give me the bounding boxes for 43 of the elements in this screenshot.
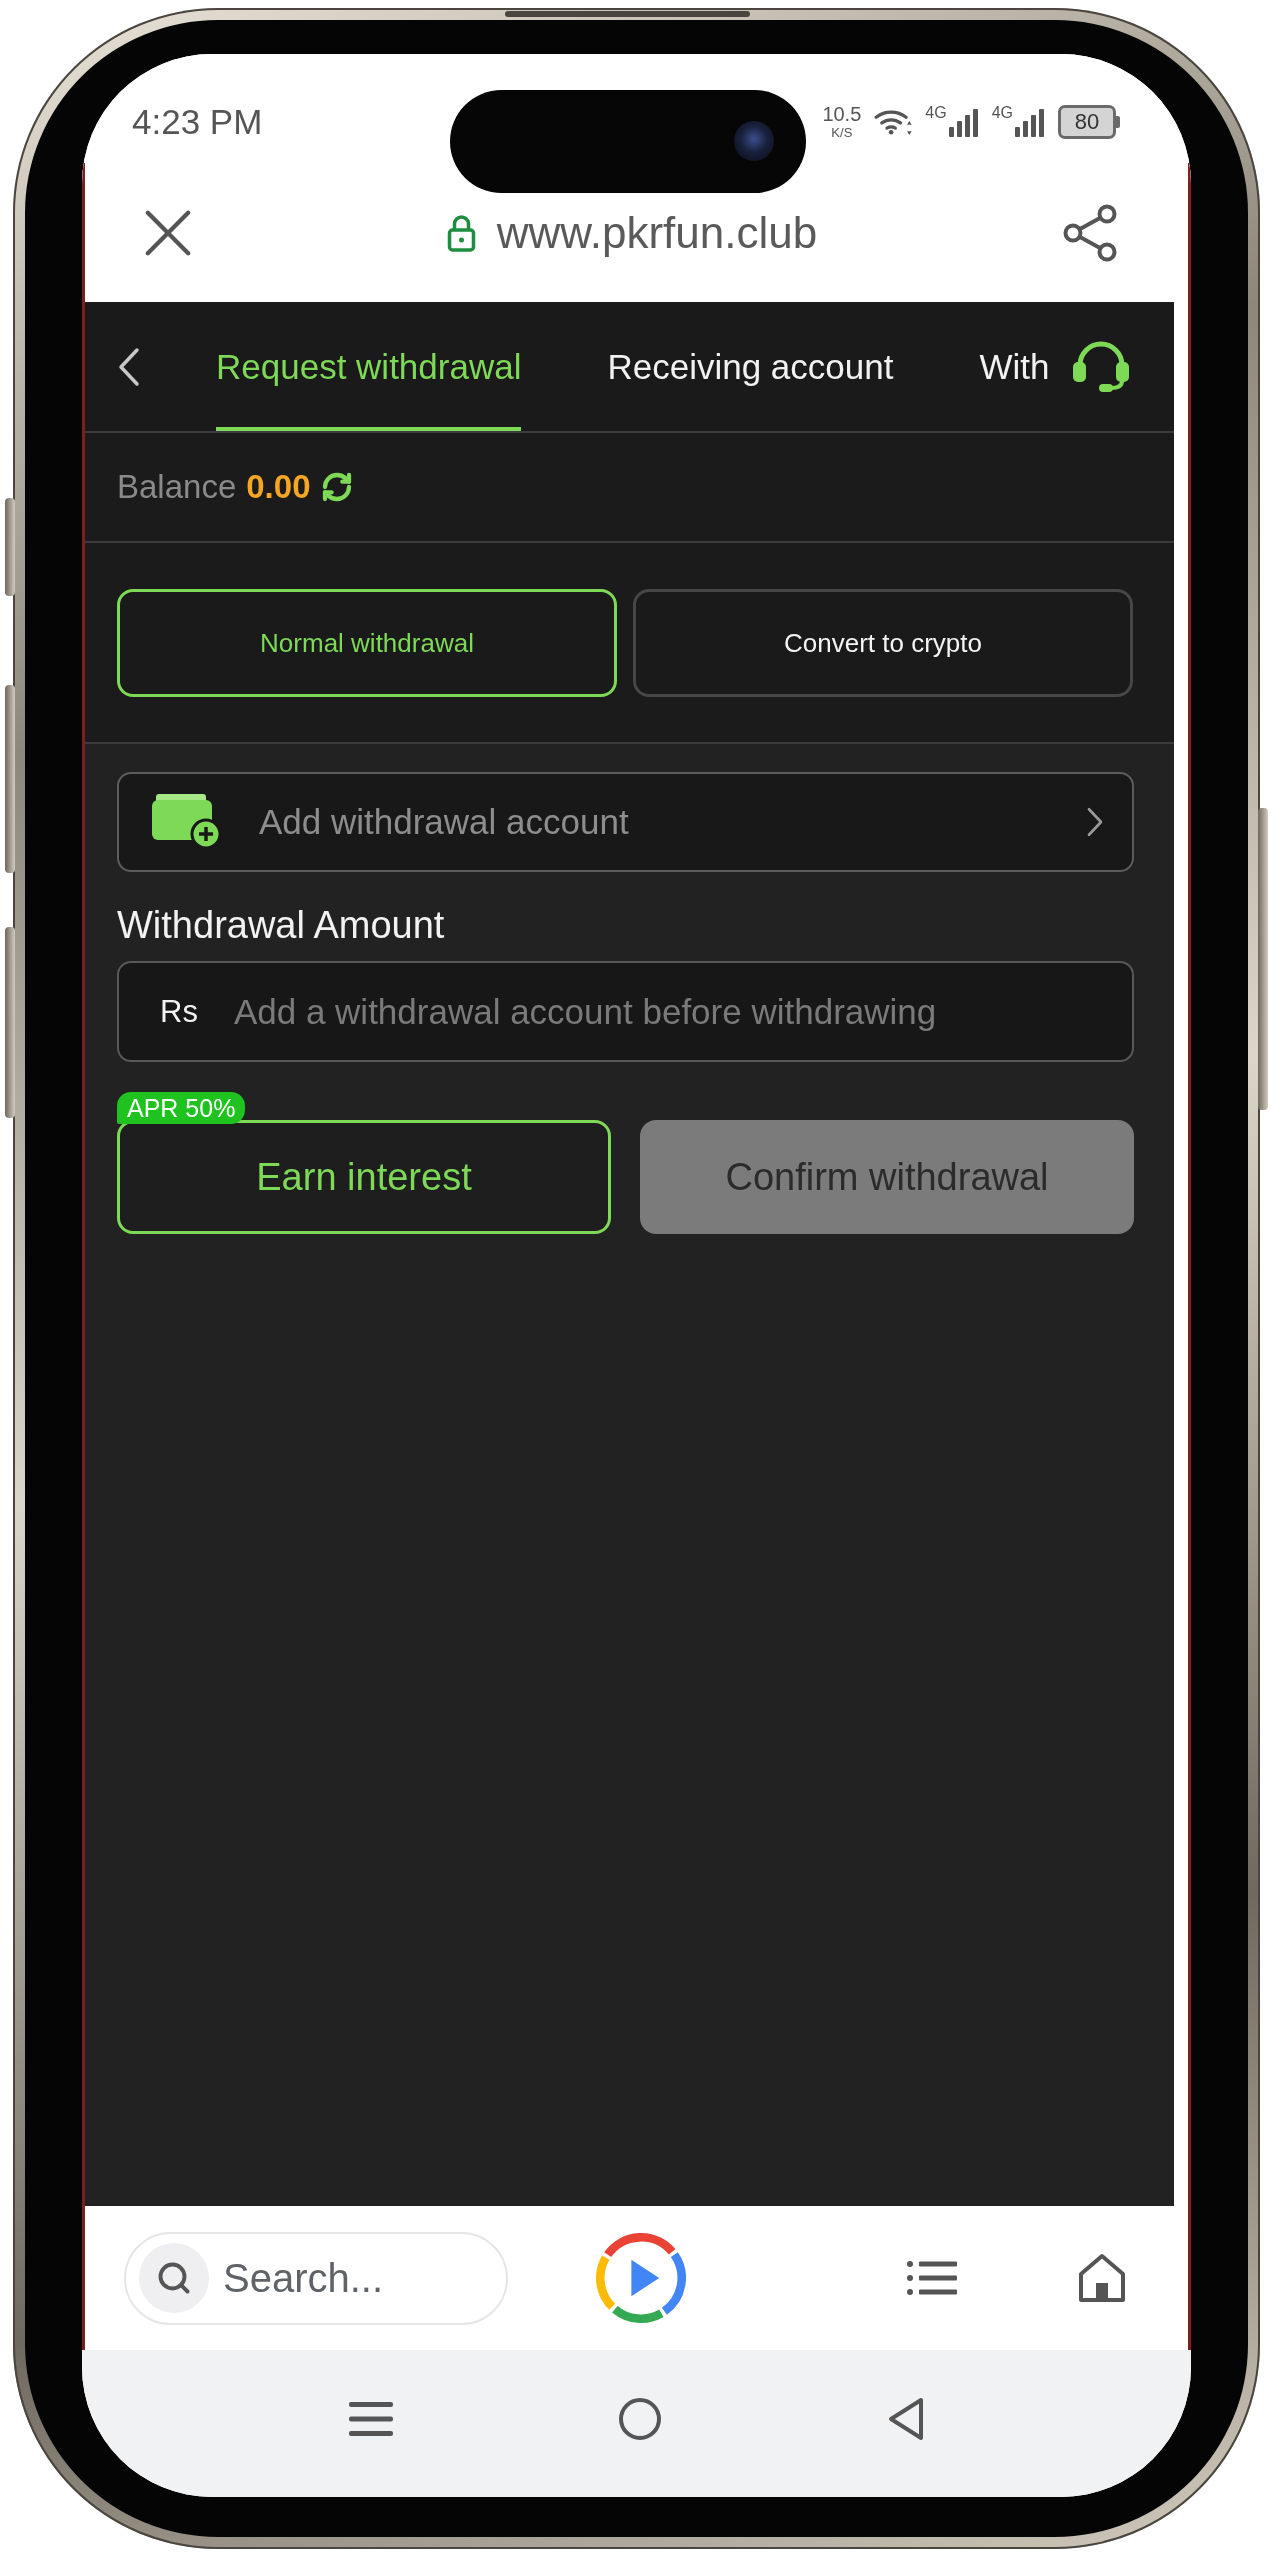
withdrawal-type-button[interactable]: Convert to crypto — [633, 589, 1133, 697]
tab[interactable]: Receiving account — [607, 302, 894, 431]
home-icon[interactable] — [1077, 2253, 1127, 2303]
withdrawal-type-button[interactable]: Normal withdrawal — [117, 589, 617, 697]
wallet-plus-icon — [152, 794, 222, 850]
apr-badge: APR 50% — [117, 1092, 246, 1124]
amount-field[interactable]: Rs Add a withdrawal account before withdrawing — [117, 961, 1134, 1062]
headset-icon[interactable] — [1071, 340, 1131, 393]
net-speed-unit: K/S — [831, 126, 853, 139]
signal-label: 4G — [925, 104, 947, 121]
earn-interest-button[interactable]: Earn interest — [117, 1120, 611, 1234]
search-input[interactable]: Search... — [223, 2255, 506, 2301]
chevron-right-icon — [1086, 807, 1104, 837]
chevron-left-icon[interactable] — [117, 346, 141, 387]
battery-indicator: 80 — [1058, 104, 1120, 139]
close-icon[interactable] — [144, 208, 192, 257]
side-button[interactable] — [5, 498, 15, 596]
signal-icon — [1015, 106, 1045, 137]
circle-icon[interactable] — [617, 2396, 662, 2441]
search-icon — [139, 2243, 209, 2313]
currency-label: Rs — [160, 993, 198, 1030]
amount-input[interactable]: Add a withdrawal account before withdrawing — [233, 991, 1108, 1032]
url-text[interactable]: www.pkrfun.club — [496, 207, 818, 258]
back-icon[interactable] — [886, 2396, 925, 2441]
search-bar[interactable]: Search... — [124, 2231, 508, 2325]
side-button[interactable] — [1258, 808, 1268, 1110]
net-speed: 10.5 — [822, 104, 862, 124]
camera-lens-icon — [734, 121, 774, 161]
menu-icon[interactable] — [348, 2401, 393, 2436]
amount-label: Withdrawal Amount — [117, 903, 446, 947]
side-button[interactable] — [5, 685, 15, 873]
list-icon[interactable] — [907, 2260, 957, 2296]
add-account-button[interactable]: Add withdrawal account — [117, 772, 1134, 872]
refresh-icon[interactable] — [320, 471, 353, 503]
tab[interactable]: With — [979, 302, 1050, 431]
balance-amount: 0.00 — [246, 468, 311, 506]
signal-label: 4G — [991, 104, 1013, 121]
side-button[interactable] — [5, 927, 15, 1118]
status-time: 4:23 PM — [132, 101, 263, 142]
signal-icon — [948, 106, 979, 137]
share-icon[interactable] — [1061, 203, 1119, 262]
balance-label: Balance — [117, 468, 237, 506]
play-icon[interactable] — [596, 2233, 686, 2323]
